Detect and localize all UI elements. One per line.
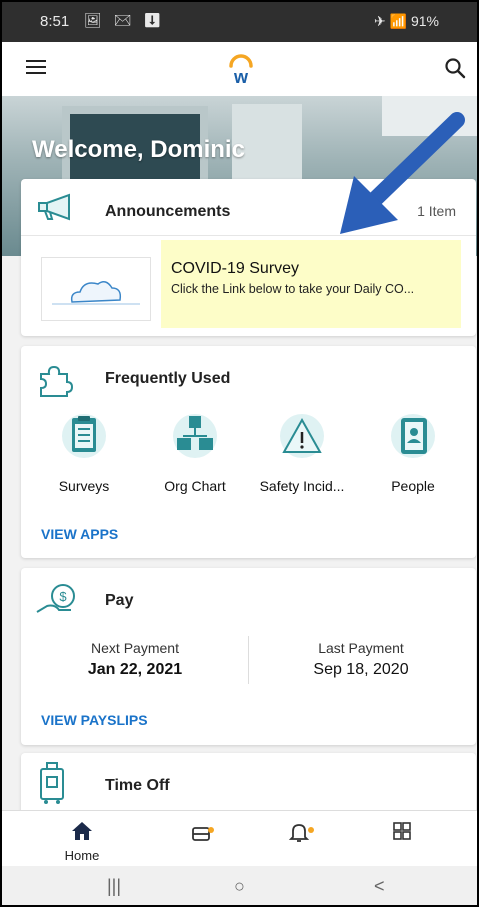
apps-grid-icon — [393, 822, 411, 840]
last-payment[interactable]: Last Payment Sep 18, 2020 — [261, 640, 461, 679]
status-system-icons: ✈ 📶 91% — [374, 13, 439, 29]
nav-notifications[interactable] — [270, 821, 330, 848]
back-button[interactable]: < — [374, 876, 385, 897]
status-notification-icons: 🖼 ✉ ⬇ — [84, 12, 166, 28]
frequently-used-card: Frequently Used Surveys Org Chart Safety… — [21, 346, 476, 558]
recents-button[interactable]: ||| — [107, 876, 121, 897]
app-shortcuts: Surveys Org Chart Safety Incid... People — [21, 414, 476, 504]
view-payslips-link[interactable]: VIEW PAYSLIPS — [41, 712, 148, 728]
view-apps-link[interactable]: VIEW APPS — [41, 526, 118, 542]
app-bar: w — [2, 42, 477, 96]
next-payment[interactable]: Next Payment Jan 22, 2021 — [35, 640, 235, 679]
hamburger-icon[interactable] — [26, 60, 46, 74]
org-chart-icon — [173, 414, 217, 458]
workday-logo: w — [229, 54, 253, 86]
app-label: Org Chart — [164, 478, 226, 494]
nav-inbox[interactable] — [172, 821, 232, 848]
pay-title: Pay — [105, 592, 134, 609]
app-safety-incident[interactable]: Safety Incid... — [247, 414, 357, 494]
people-icon — [391, 414, 435, 458]
svg-text:w: w — [233, 67, 249, 86]
last-payment-value: Sep 18, 2020 — [313, 661, 409, 678]
app-label: Safety Incid... — [259, 478, 345, 494]
home-icon — [72, 822, 92, 840]
svg-text:$: $ — [59, 589, 67, 604]
cloud-thumbnail — [41, 257, 151, 321]
pay-divider — [248, 636, 249, 684]
welcome-heading: Welcome, Dominic — [32, 136, 245, 163]
pay-hand-icon: $ — [36, 584, 75, 613]
announcement-item-desc: Click the Link below to take your Daily … — [171, 282, 415, 296]
nav-home[interactable]: Home — [52, 821, 112, 863]
luggage-icon — [40, 762, 64, 804]
status-bar: 8:51 🖼 ✉ ⬇ ✈ 📶 91% — [2, 2, 477, 42]
bottom-nav: Home — [2, 810, 477, 867]
app-surveys[interactable]: Surveys — [29, 414, 139, 494]
warning-icon — [280, 414, 324, 458]
search-icon[interactable] — [444, 57, 466, 79]
app-label: People — [391, 478, 435, 494]
app-people[interactable]: People — [358, 414, 468, 494]
last-payment-label: Last Payment — [318, 640, 404, 656]
app-org-chart[interactable]: Org Chart — [140, 414, 250, 494]
announcements-title: Announcements — [105, 203, 231, 220]
next-payment-label: Next Payment — [91, 640, 179, 656]
app-label: Surveys — [58, 478, 110, 494]
frequently-used-title: Frequently Used — [105, 370, 231, 387]
nav-apps[interactable] — [372, 821, 432, 846]
megaphone-icon — [38, 193, 70, 221]
system-nav-bar: ||| ○ < — [2, 866, 477, 905]
announcement-item[interactable]: COVID-19 Survey Click the Link below to … — [161, 240, 461, 328]
nav-home-label: Home — [64, 848, 100, 863]
bell-notification-dot — [308, 827, 314, 833]
clipboard-icon — [62, 414, 106, 458]
pay-card: $ Pay Next Payment Jan 22, 2021 Last Pay… — [21, 568, 476, 745]
announcement-item-title: COVID-19 Survey — [171, 260, 300, 277]
home-button[interactable]: ○ — [234, 876, 245, 897]
status-time: 8:51 — [40, 13, 70, 30]
time-off-title: Time Off — [105, 777, 170, 794]
pointer-arrow — [340, 112, 465, 234]
puzzle-icon — [40, 365, 73, 397]
inbox-notification-dot — [208, 827, 214, 833]
phone-frame: 8:51 🖼 ✉ ⬇ ✈ 📶 91% w Welcome, Dominic An… — [0, 0, 479, 907]
next-payment-value: Jan 22, 2021 — [87, 661, 183, 678]
